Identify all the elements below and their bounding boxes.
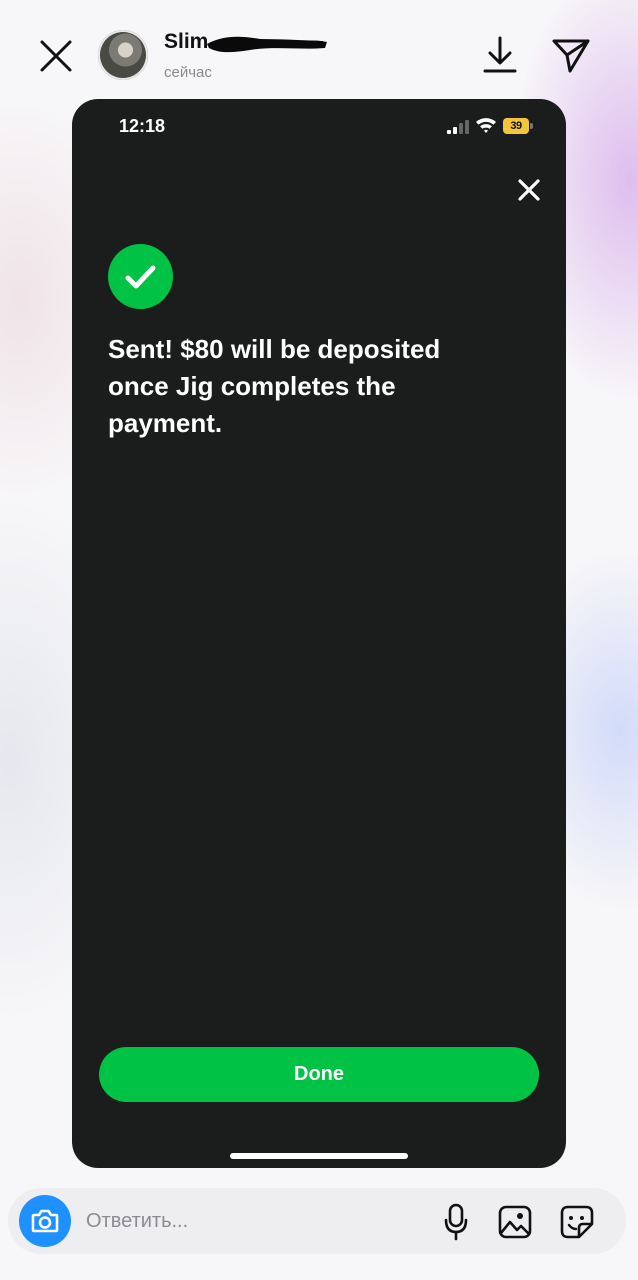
microphone-icon[interactable]: [443, 1203, 469, 1241]
close-icon[interactable]: [36, 36, 76, 76]
avatar[interactable]: [98, 30, 148, 80]
modal-close-icon[interactable]: [516, 177, 542, 203]
payment-screenshot: 12:18 39 Sent! $80 will be deposited onc…: [72, 99, 566, 1168]
status-time: 12:18: [119, 116, 166, 136]
success-check-icon: [108, 244, 173, 309]
confirmation-message: Sent! $80 will be deposited once Jig com…: [108, 334, 441, 438]
send-icon[interactable]: [550, 34, 592, 76]
gallery-icon[interactable]: [497, 1204, 533, 1240]
redaction-scribble: [205, 32, 329, 54]
camera-icon[interactable]: [19, 1195, 71, 1247]
story-timestamp: сейчас: [164, 64, 212, 81]
battery-tip: [530, 123, 533, 129]
battery-icon: 39: [503, 118, 533, 134]
signal-icon: [447, 120, 469, 134]
wifi-icon: [475, 116, 497, 134]
battery-level: 39: [503, 118, 529, 134]
sticker-icon[interactable]: [559, 1204, 595, 1240]
download-icon[interactable]: [480, 34, 520, 76]
reply-input[interactable]: [86, 1206, 416, 1236]
home-indicator: [230, 1153, 408, 1159]
story-header: Slim сейчас: [0, 0, 638, 100]
username[interactable]: Slim: [164, 30, 208, 54]
done-button[interactable]: Done: [99, 1047, 539, 1102]
